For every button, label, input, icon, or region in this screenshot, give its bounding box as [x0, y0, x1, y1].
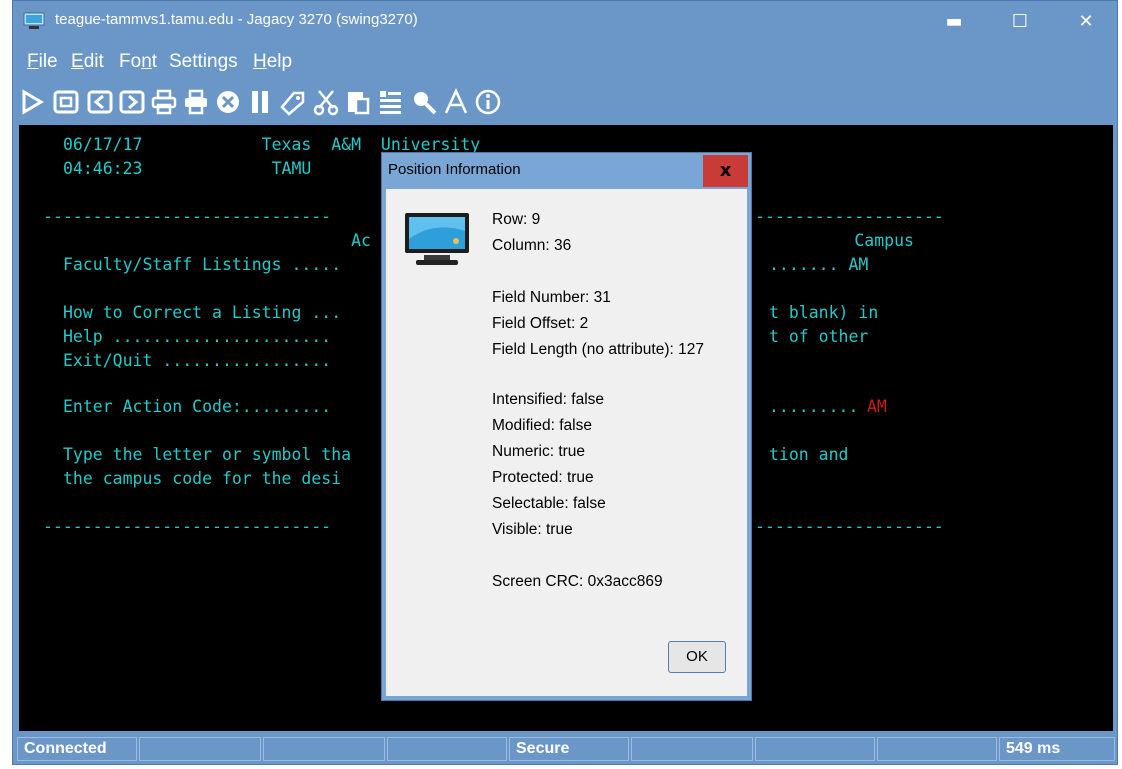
menu-edit-suffix: dit [83, 51, 104, 72]
menu-help-suffix: elp [266, 51, 293, 72]
status-cell [755, 737, 875, 761]
monitor-icon [404, 211, 470, 271]
search-icon[interactable] [409, 86, 439, 118]
menu-file-suffix: ile [38, 51, 58, 72]
status-cell [877, 737, 997, 761]
info-field-length: Field Length (no attribute): 127 [492, 341, 704, 358]
paste-icon[interactable] [343, 86, 373, 118]
terminal-line: Type the letter or symbol tha [63, 445, 352, 464]
toolbar [13, 83, 1117, 121]
stop-icon[interactable] [51, 86, 81, 118]
status-cell [387, 737, 507, 761]
status-cell [263, 737, 385, 761]
menu-settings-suffix: Settings [169, 51, 238, 72]
forward-icon[interactable] [117, 86, 147, 118]
dialog-close-button[interactable]: x [703, 155, 748, 187]
cancel-icon[interactable] [213, 86, 243, 118]
info-numeric: Numeric: true [492, 443, 586, 460]
info-column: Column: 36 [492, 237, 572, 254]
status-connection: Connected [17, 737, 137, 761]
terminal-divider: ----------------------------- [43, 517, 332, 536]
status-security: Secure [509, 737, 629, 761]
terminal-line: How to Correct a Listing ... [63, 303, 342, 322]
menu-font[interactable]: Font [119, 51, 157, 73]
terminal-line: ....... AM [769, 255, 869, 274]
cut-icon[interactable] [311, 86, 341, 118]
status-bar: Connected Secure 549 ms [17, 737, 1117, 763]
monitor-app-icon [23, 12, 45, 30]
terminal-line: 04:46:23 TAMU [63, 159, 312, 178]
status-latency: 549 ms [999, 737, 1115, 761]
action-code-input[interactable]: AM [867, 395, 887, 419]
status-cell [631, 737, 753, 761]
terminal-line: Exit/Quit ................. [63, 351, 332, 370]
menu-file-mnemonic: F [27, 51, 39, 72]
maximize-button[interactable]: ☐ [995, 1, 1045, 43]
menu-font-suffix: t [151, 51, 158, 72]
terminal-line: Enter Action Code:......... [63, 397, 332, 416]
window-close-button[interactable]: ✕ [1061, 1, 1111, 43]
window-title: teague-tammvs1.tamu.edu - Jagacy 3270 (s… [55, 11, 418, 28]
info-screen-crc: Screen CRC: 0x3acc869 [492, 573, 663, 590]
position-info-dialog: Position Information x Row: 9 Column: 36… [381, 152, 752, 701]
menu-help[interactable]: Help [253, 51, 292, 73]
terminal-divider: ------------------- [755, 517, 944, 536]
terminal-line: the campus code for the desi [63, 469, 342, 488]
terminal-line: Ac [63, 231, 371, 250]
menu-settings[interactable]: Settings [169, 51, 238, 73]
tag-icon[interactable] [277, 86, 307, 118]
terminal-divider: ----------------------------- [43, 207, 332, 226]
dialog-body: Row: 9 Column: 36 Field Number: 31 Field… [386, 189, 747, 696]
info-icon[interactable] [473, 86, 503, 118]
status-cell [139, 737, 261, 761]
back-icon[interactable] [85, 86, 115, 118]
info-field-offset: Field Offset: 2 [492, 315, 589, 332]
menu-file[interactable]: File [27, 51, 58, 73]
menu-help-mnemonic: H [253, 51, 267, 72]
terminal-divider: ------------------- [755, 207, 944, 226]
terminal-line: tion and [769, 445, 849, 464]
list-icon[interactable] [375, 86, 405, 118]
menu-bar: File Edit Font Settings Help [13, 45, 1117, 79]
terminal-line: t of other [769, 327, 869, 346]
ok-button[interactable]: OK [668, 641, 726, 673]
info-selectable: Selectable: false [492, 495, 606, 512]
font-icon[interactable] [441, 86, 471, 118]
print-icon[interactable] [149, 86, 179, 118]
terminal-line: t blank) in [769, 303, 879, 322]
pause-icon[interactable] [245, 86, 275, 118]
printer-settings-icon[interactable] [181, 86, 211, 118]
terminal-line: Campus [755, 231, 914, 250]
terminal-line: ......... [769, 397, 859, 416]
info-row: Row: 9 [492, 211, 541, 228]
menu-font-prefix: Fo [119, 51, 142, 72]
title-bar[interactable]: teague-tammvs1.tamu.edu - Jagacy 3270 (s… [13, 1, 1117, 43]
terminal-line: Faculty/Staff Listings ..... [63, 255, 342, 274]
terminal-line: Help ...................... [63, 327, 332, 346]
play-icon[interactable] [17, 86, 47, 118]
info-intensified: Intensified: false [492, 391, 605, 408]
info-protected: Protected: true [492, 469, 594, 486]
menu-edit[interactable]: Edit [71, 51, 104, 73]
info-visible: Visible: true [492, 521, 573, 538]
info-field-number: Field Number: 31 [492, 289, 611, 306]
menu-edit-mnemonic: E [71, 51, 84, 72]
dialog-title: Position Information [388, 161, 521, 178]
minimize-button[interactable]: ▬ [929, 1, 979, 43]
info-modified: Modified: false [492, 417, 592, 434]
menu-font-mnemonic: n [141, 51, 152, 72]
